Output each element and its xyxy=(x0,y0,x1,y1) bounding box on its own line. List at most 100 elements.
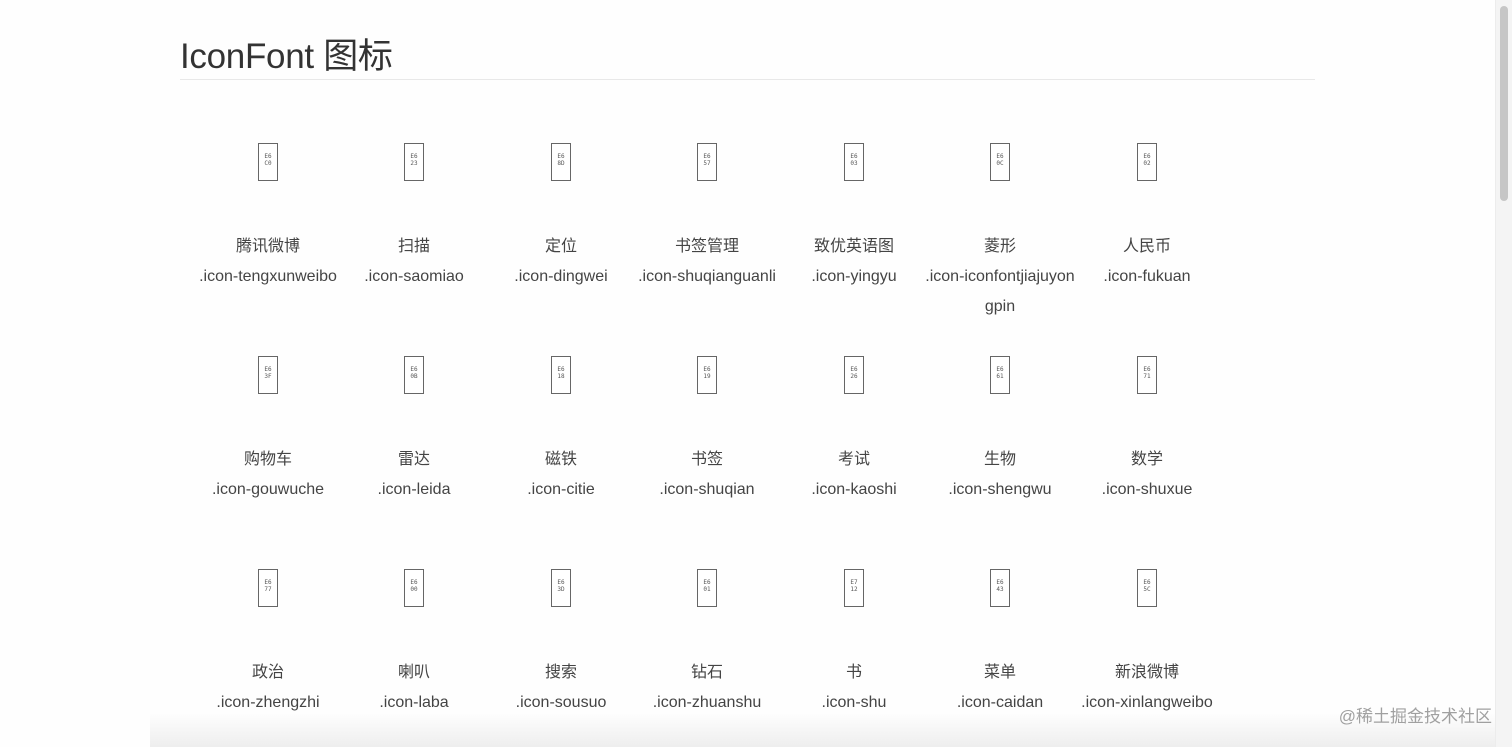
icon-card: E6 01 钻石 .icon-zhuanshu xyxy=(632,569,782,718)
icon-card: E6 19 书签 .icon-shuqian xyxy=(632,356,782,505)
glyph-code: E6 00 xyxy=(410,579,418,593)
icon-class-name: .icon-gouwuche xyxy=(211,481,325,498)
icon-class-name: .icon-laba xyxy=(379,694,449,711)
icon-name: 数学 xyxy=(1130,451,1163,468)
missing-glyph-icon: E6 03 xyxy=(844,143,864,181)
missing-glyph-icon: E6 43 xyxy=(990,569,1010,607)
glyph-code: E6 0C xyxy=(996,153,1004,167)
icon-name: 考试 xyxy=(837,451,870,468)
glyph-code: E7 12 xyxy=(850,579,858,593)
missing-glyph-icon: E6 71 xyxy=(1137,356,1157,394)
glyph-code: E6 19 xyxy=(703,366,711,380)
icon-name: 书 xyxy=(845,664,862,681)
glyph-code: E6 18 xyxy=(557,366,565,380)
missing-glyph-icon: E6 3D xyxy=(551,569,571,607)
icon-class-name: .icon-citie xyxy=(527,481,595,498)
icon-name: 喇叭 xyxy=(397,664,430,681)
missing-glyph-icon: E6 77 xyxy=(258,569,278,607)
icon-name: 磁铁 xyxy=(544,451,577,468)
vertical-scrollbar[interactable] xyxy=(1495,0,1512,747)
glyph-code: E6 3D xyxy=(557,579,565,593)
icon-class-name: .icon-shuxue xyxy=(1101,481,1193,498)
missing-glyph-icon: E6 01 xyxy=(697,569,717,607)
icon-name: 生物 xyxy=(983,451,1016,468)
missing-glyph-icon: E6 00 xyxy=(404,569,424,607)
missing-glyph-icon: E6 8D xyxy=(551,143,571,181)
page-title: IconFont 图标 xyxy=(180,37,393,76)
icon-card: E6 C0 腾讯微博 .icon-tengxunweibo xyxy=(193,143,343,292)
icon-card: E6 3F 购物车 .icon-gouwuche xyxy=(193,356,343,505)
icon-class-name: .icon-tengxunweibo xyxy=(199,268,337,285)
glyph-code: E6 57 xyxy=(703,153,711,167)
icon-name: 购物车 xyxy=(243,451,292,468)
title-divider xyxy=(180,79,1315,80)
icon-name: 书签管理 xyxy=(674,238,739,255)
icon-name: 人民币 xyxy=(1122,238,1171,255)
icon-name: 菜单 xyxy=(983,664,1016,681)
missing-glyph-icon: E6 19 xyxy=(697,356,717,394)
icon-card: E6 57 书签管理 .icon-shuqianguanli xyxy=(632,143,782,292)
icon-card: E6 5C 新浪微博 .icon-xinlangweibo xyxy=(1072,569,1222,718)
glyph-code: E6 26 xyxy=(850,366,858,380)
icon-class-name: .icon-yingyu xyxy=(811,268,897,285)
icon-card: E6 8D 定位 .icon-dingwei xyxy=(486,143,636,292)
icon-card: E6 61 生物 .icon-shengwu xyxy=(925,356,1075,505)
missing-glyph-icon: E6 C0 xyxy=(258,143,278,181)
bottom-fade xyxy=(150,713,1495,747)
icon-class-name: .icon-iconfontjiajuyongpin xyxy=(925,268,1075,315)
icon-class-name: .icon-fukuan xyxy=(1103,268,1191,285)
icon-card: E6 71 数学 .icon-shuxue xyxy=(1072,356,1222,505)
missing-glyph-icon: E6 23 xyxy=(404,143,424,181)
missing-glyph-icon: E6 02 xyxy=(1137,143,1157,181)
icon-card: E6 43 菜单 .icon-caidan xyxy=(925,569,1075,718)
glyph-code: E6 02 xyxy=(1143,153,1151,167)
missing-glyph-icon: E6 0B xyxy=(404,356,424,394)
icon-name: 雷达 xyxy=(397,451,430,468)
missing-glyph-icon: E6 5C xyxy=(1137,569,1157,607)
icon-class-name: .icon-sousuo xyxy=(515,694,607,711)
icon-name: 菱形 xyxy=(983,238,1016,255)
icon-class-name: .icon-shuqian xyxy=(659,481,755,498)
icon-name: 搜索 xyxy=(544,664,577,681)
main-content: IconFont 图标 xyxy=(180,0,1315,80)
icon-class-name: .icon-zhengzhi xyxy=(216,694,320,711)
glyph-code: E6 43 xyxy=(996,579,1004,593)
missing-glyph-icon: E6 61 xyxy=(990,356,1010,394)
icon-class-name: .icon-shu xyxy=(821,694,887,711)
glyph-code: E6 23 xyxy=(410,153,418,167)
icon-name: 致优英语图 xyxy=(813,238,894,255)
icon-card: E7 12 书 .icon-shu xyxy=(779,569,929,718)
icon-name: 扫描 xyxy=(397,238,430,255)
glyph-code: E6 03 xyxy=(850,153,858,167)
icon-card: E6 0B 雷达 .icon-leida xyxy=(339,356,489,505)
icon-card: E6 0C 菱形 .icon-iconfontjiajuyongpin xyxy=(925,143,1075,322)
glyph-code: E6 77 xyxy=(264,579,272,593)
icon-class-name: .icon-leida xyxy=(377,481,451,498)
glyph-code: E6 8D xyxy=(557,153,565,167)
icon-card: E6 3D 搜索 .icon-sousuo xyxy=(486,569,636,718)
icon-card: E6 03 致优英语图 .icon-yingyu xyxy=(779,143,929,292)
icon-card: E6 23 扫描 .icon-saomiao xyxy=(339,143,489,292)
glyph-code: E6 01 xyxy=(703,579,711,593)
icon-card: E6 00 喇叭 .icon-laba xyxy=(339,569,489,718)
icon-class-name: .icon-dingwei xyxy=(514,268,608,285)
icon-name: 钻石 xyxy=(690,664,723,681)
glyph-code: E6 0B xyxy=(410,366,418,380)
glyph-code: E6 5C xyxy=(1143,579,1151,593)
icon-name: 定位 xyxy=(544,238,577,255)
icon-class-name: .icon-shuqianguanli xyxy=(638,268,776,285)
missing-glyph-icon: E6 3F xyxy=(258,356,278,394)
page: IconFont 图标 E6 C0 腾讯微博 .icon-tengxunweibo E… xyxy=(0,0,1512,747)
icon-class-name: .icon-xinlangweibo xyxy=(1081,694,1213,711)
missing-glyph-icon: E6 57 xyxy=(697,143,717,181)
icon-class-name: .icon-shengwu xyxy=(948,481,1052,498)
missing-glyph-icon: E7 12 xyxy=(844,569,864,607)
scrollbar-thumb[interactable] xyxy=(1500,6,1508,201)
icon-card: E6 02 人民币 .icon-fukuan xyxy=(1072,143,1222,292)
icon-class-name: .icon-kaoshi xyxy=(811,481,897,498)
missing-glyph-icon: E6 0C xyxy=(990,143,1010,181)
missing-glyph-icon: E6 26 xyxy=(844,356,864,394)
glyph-code: E6 C0 xyxy=(264,153,272,167)
glyph-code: E6 3F xyxy=(264,366,272,380)
missing-glyph-icon: E6 18 xyxy=(551,356,571,394)
